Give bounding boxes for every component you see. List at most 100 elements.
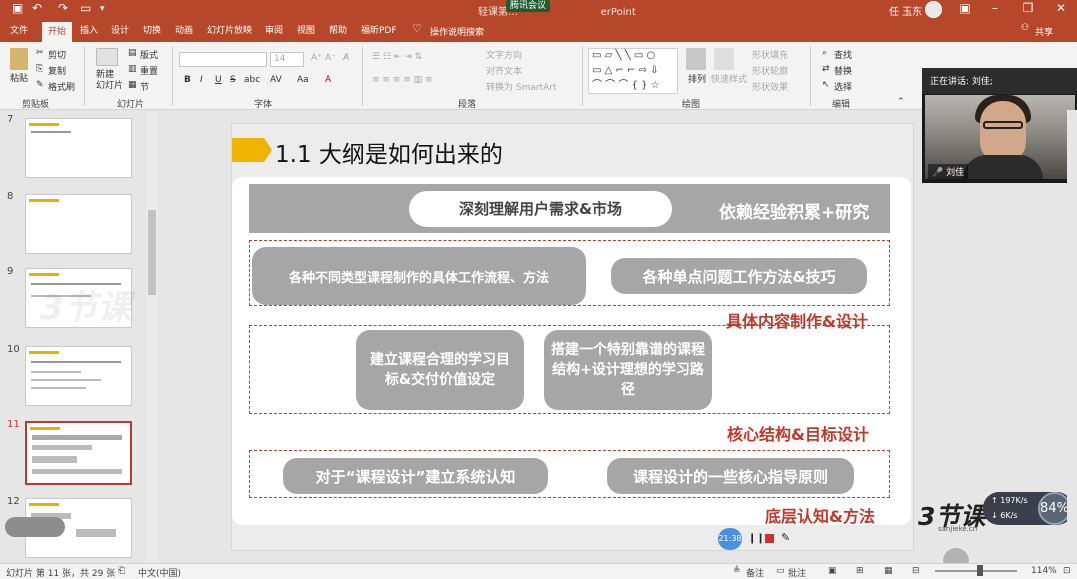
section-button[interactable]: 节: [140, 80, 149, 93]
normal-view-icon[interactable]: ▣: [828, 566, 837, 576]
spacing-button[interactable]: AV: [270, 75, 282, 85]
shape-effects-button[interactable]: 形状效果: [752, 80, 788, 93]
notes-button[interactable]: 备注: [746, 566, 764, 579]
new-slide-button[interactable]: 新建 幻灯片: [96, 70, 123, 92]
align-text-button[interactable]: 对齐文本: [486, 64, 522, 77]
pause-icon[interactable]: ❙❙: [748, 533, 765, 544]
zoom-slider[interactable]: [935, 570, 1017, 572]
notes-icon[interactable]: ≜: [733, 566, 741, 576]
text-direction-button[interactable]: 文字方向: [486, 48, 522, 61]
row2-left-pill[interactable]: 建立课程合理的学习目标&交付价值设定: [356, 330, 524, 410]
network-monitor[interactable]: ↑ 197K/s ↓ 6K/s 84%: [983, 492, 1073, 525]
section-icon[interactable]: ▦: [128, 80, 137, 90]
reading-view-icon[interactable]: ▦: [884, 566, 893, 576]
restore-icon[interactable]: ❐: [1018, 1, 1038, 15]
slide-thumbnail-selected[interactable]: [25, 421, 132, 485]
tab-review[interactable]: 审阅: [265, 23, 283, 36]
grow-font-icon[interactable]: A⁺: [311, 53, 322, 63]
font-name-input[interactable]: [179, 52, 267, 67]
comments-icon[interactable]: ▭: [776, 566, 785, 576]
shapes-icons[interactable]: ▭ ▱ ╲ ╲ ▭ ○ ▭ △ ⌐ ⌐ ⇨ ⇩ ⌒ ⌒ ⌒ { } ☆: [592, 48, 660, 93]
font-size-input[interactable]: 14: [270, 52, 304, 67]
lightbulb-icon[interactable]: ♡: [412, 22, 422, 35]
slide-title[interactable]: 1.1 大纲是如何出来的: [275, 135, 503, 169]
arrange-button[interactable]: 排列: [688, 72, 706, 85]
zoom-slider-knob[interactable]: [977, 565, 983, 576]
replace-icon[interactable]: ⇄: [822, 64, 830, 74]
zoom-level[interactable]: 114%: [1031, 566, 1057, 576]
cut-icon[interactable]: ✂: [36, 48, 44, 58]
banner-right-text[interactable]: 依赖经验积累+研究: [719, 198, 869, 223]
slideshow-view-icon[interactable]: ⊟: [912, 566, 920, 576]
tab-design[interactable]: 设计: [111, 23, 129, 36]
select-button[interactable]: 选择: [834, 80, 852, 93]
slide-thumbnail[interactable]: [25, 194, 132, 254]
quick-styles-icon[interactable]: [714, 48, 734, 70]
format-painter-button[interactable]: 格式刷: [48, 80, 75, 93]
smartart-button[interactable]: 转换为 SmartArt: [486, 80, 556, 93]
row2-right-pill[interactable]: 搭建一个特别靠谱的课程结构+设计理想的学习路径: [544, 330, 712, 410]
row1-right-pill[interactable]: 各种单点问题工作方法&技巧: [611, 258, 867, 294]
thumbnail-scrollbar[interactable]: [147, 112, 157, 562]
user-name[interactable]: 任 玉东: [889, 3, 922, 18]
quick-styles-button[interactable]: 快速样式: [711, 72, 747, 85]
tab-foxit-pdf[interactable]: 福昕PDF: [361, 23, 397, 36]
share-icon[interactable]: ⚇: [1021, 23, 1029, 33]
change-case-button[interactable]: Aa: [297, 75, 309, 85]
undo-icon[interactable]: ↶: [32, 1, 42, 15]
new-slide-icon[interactable]: [96, 48, 118, 66]
layout-icon[interactable]: ▤: [128, 48, 137, 58]
bullets-icon[interactable]: ☰ ☷ ⇤ ⇥ ⇅: [372, 52, 422, 62]
slide-thumbnail[interactable]: [25, 118, 132, 178]
share-button[interactable]: 共享: [1035, 25, 1053, 38]
webcam-overlay[interactable]: 正在讲话: 刘佳; 🎤 刘佳: [922, 68, 1077, 183]
shape-fill-button[interactable]: 形状填充: [752, 48, 788, 61]
record-timer[interactable]: 21:38: [718, 528, 742, 550]
shrink-font-icon[interactable]: A⁻: [325, 53, 336, 63]
editor-scrollbar[interactable]: [1067, 110, 1077, 563]
arrange-icon[interactable]: [686, 48, 706, 70]
banner-pill[interactable]: 深刻理解用户需求&市场: [409, 191, 672, 227]
row3-right-pill[interactable]: 课程设计的一些核心指导原则: [607, 458, 854, 494]
italic-button[interactable]: I: [200, 75, 203, 85]
clear-format-icon[interactable]: A̸: [343, 53, 349, 63]
bold-button[interactable]: B: [184, 75, 191, 85]
format-painter-icon[interactable]: ✎: [36, 80, 44, 90]
paste-button[interactable]: 粘贴: [10, 71, 28, 84]
minimize-icon[interactable]: –: [985, 1, 1005, 15]
stop-icon[interactable]: [765, 534, 774, 543]
replace-button[interactable]: 替换: [834, 64, 852, 77]
tab-animations[interactable]: 动画: [175, 23, 193, 36]
slide-sorter-icon[interactable]: ⊞: [856, 566, 864, 576]
find-button[interactable]: 查找: [834, 48, 852, 61]
ribbon-display-icon[interactable]: ▣: [955, 1, 975, 15]
meeting-indicator[interactable]: 腾讯会议: [506, 0, 551, 12]
slide-thumbnail[interactable]: [25, 346, 132, 406]
cut-button[interactable]: 剪切: [48, 48, 66, 61]
language-indicator[interactable]: 中文(中国): [138, 566, 181, 579]
copy-icon[interactable]: ⎘: [36, 64, 43, 74]
tab-transitions[interactable]: 切换: [143, 23, 161, 36]
reset-icon[interactable]: ▥: [128, 64, 137, 74]
tab-help[interactable]: 帮助: [329, 23, 347, 36]
comments-button[interactable]: 批注: [788, 566, 806, 579]
save-icon[interactable]: ▣: [12, 1, 23, 15]
redo-icon[interactable]: ↷: [58, 1, 68, 15]
row1-left-pill[interactable]: 各种不同类型课程制作的具体工作流程、方法: [252, 247, 586, 305]
tab-insert[interactable]: 插入: [80, 23, 98, 36]
find-icon[interactable]: ⌕: [822, 48, 827, 58]
shadow-button[interactable]: abc: [244, 75, 260, 85]
spellcheck-icon[interactable]: ⎗: [118, 566, 125, 576]
chat-bubble-icon[interactable]: [5, 517, 65, 537]
tab-slideshow[interactable]: 幻灯片放映: [207, 23, 252, 36]
reset-button[interactable]: 重置: [140, 64, 158, 77]
strike-button[interactable]: S: [230, 75, 236, 85]
close-icon[interactable]: ✕: [1051, 1, 1071, 15]
align-icons[interactable]: ≡ ≡ ≡ ≡ ▥ ≡: [372, 75, 433, 85]
tab-home[interactable]: 开始: [42, 22, 73, 42]
collapse-ribbon-icon[interactable]: ⌃: [897, 97, 905, 107]
row3-left-pill[interactable]: 对于“课程设计”建立系统认知: [283, 458, 548, 494]
font-color-button[interactable]: A: [325, 75, 331, 85]
row2-label[interactable]: 核心结构&目标设计: [727, 421, 869, 445]
tab-file[interactable]: 文件: [10, 23, 28, 36]
